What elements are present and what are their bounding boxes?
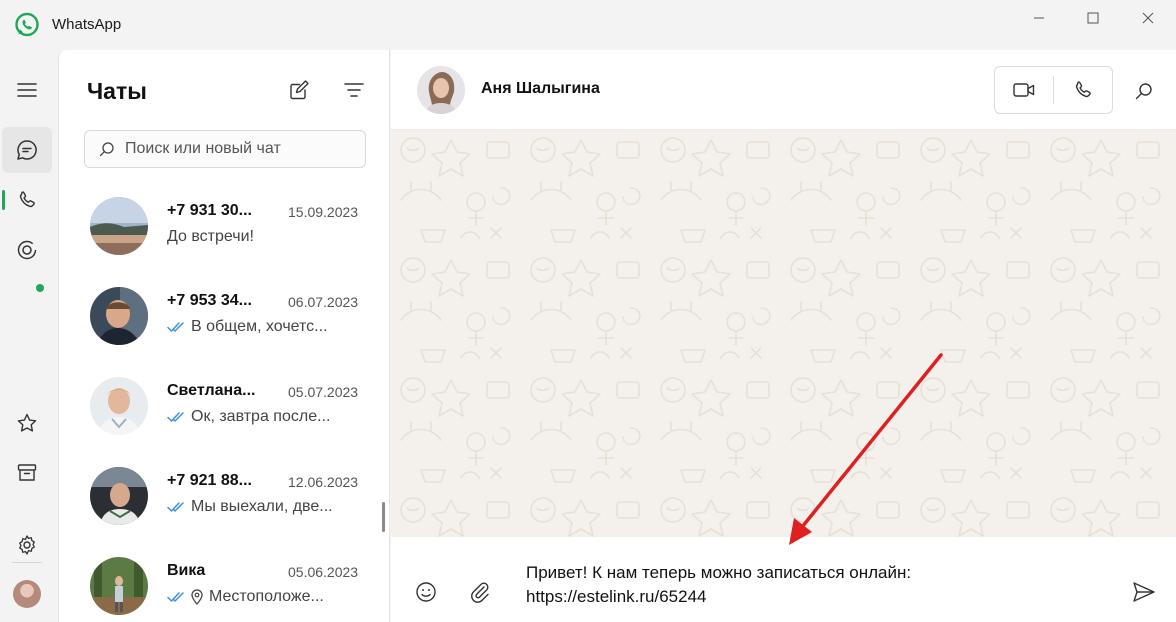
chat-list-scrollbar[interactable] xyxy=(382,502,385,532)
new-chat-button[interactable] xyxy=(287,78,311,102)
message-draft-line: Привет! К нам теперь можно записаться он… xyxy=(526,563,912,582)
conversation-header: Аня Шалыгина xyxy=(391,50,1176,130)
chat-date: 12.06.2023 xyxy=(288,474,359,490)
doodle-pattern xyxy=(391,130,1176,537)
chat-avatar xyxy=(90,377,148,435)
chat-list-item[interactable]: Вика 05.06.2023 Местоположе... xyxy=(59,548,389,622)
paperclip-icon xyxy=(471,582,489,603)
search-box[interactable] xyxy=(84,130,366,168)
search-icon xyxy=(1135,83,1152,100)
phone-icon xyxy=(1075,81,1091,98)
contact-name[interactable]: Аня Шалыгина xyxy=(481,80,600,98)
archived-chats-button[interactable] xyxy=(2,450,52,496)
chat-date: 05.07.2023 xyxy=(288,384,359,400)
contact-avatar[interactable] xyxy=(417,66,465,114)
send-icon xyxy=(1133,582,1155,602)
chat-name: +7 953 34... xyxy=(167,292,252,309)
title-bar: WhatsApp xyxy=(0,0,1176,50)
calls-tab[interactable] xyxy=(2,177,52,223)
double-check-icon xyxy=(167,592,184,602)
chat-avatar xyxy=(90,557,148,615)
message-draft-line: https://estelink.ru/65244 xyxy=(526,587,707,606)
whatsapp-logo-icon xyxy=(15,12,39,37)
chat-name: Вика xyxy=(167,562,206,579)
chat-preview: Мы выехали, две... xyxy=(167,498,367,516)
video-camera-icon xyxy=(1013,83,1035,97)
double-check-icon xyxy=(167,502,184,512)
chat-date: 15.09.2023 xyxy=(288,204,359,220)
double-check-icon xyxy=(167,322,184,332)
search-input[interactable] xyxy=(125,140,345,158)
chat-preview: В общем, хочетс... xyxy=(167,318,367,336)
chat-wallpaper xyxy=(391,130,1176,537)
close-button[interactable] xyxy=(1120,0,1176,36)
status-icon xyxy=(17,240,37,260)
chat-preview: Местоположе... xyxy=(167,588,367,606)
chat-date: 06.07.2023 xyxy=(288,294,359,310)
minimize-icon xyxy=(1034,17,1044,19)
chat-preview-text: Местоположе... xyxy=(209,588,324,605)
chat-list-item[interactable]: +7 921 88... 12.06.2023 Мы выехали, две.… xyxy=(59,458,389,548)
search-icon xyxy=(99,142,114,157)
star-icon xyxy=(17,413,37,432)
chat-preview-text: Ок, завтра после... xyxy=(191,408,331,425)
chat-avatar xyxy=(90,197,148,255)
menu-icon xyxy=(17,83,37,97)
send-button[interactable] xyxy=(1130,578,1158,606)
message-composer: Привет! К нам теперь можно записаться он… xyxy=(391,537,1176,622)
archive-icon xyxy=(17,464,37,481)
compose-icon xyxy=(290,80,309,100)
navigation-rail xyxy=(0,50,56,622)
maximize-icon xyxy=(1087,12,1099,24)
menu-button[interactable] xyxy=(2,67,52,113)
filter-chats-button[interactable] xyxy=(342,78,366,102)
minimize-button[interactable] xyxy=(1011,0,1067,36)
location-pin-icon xyxy=(191,589,203,605)
message-input[interactable]: Привет! К нам теперь можно записаться он… xyxy=(526,561,1086,609)
call-buttons xyxy=(994,66,1113,114)
profile-avatar[interactable] xyxy=(13,580,41,608)
chat-preview-text: В общем, хочетс... xyxy=(191,318,328,335)
search-in-chat-button[interactable] xyxy=(1133,80,1155,102)
emoji-icon xyxy=(416,582,436,602)
chat-preview-text: До встречи! xyxy=(167,228,254,245)
chat-avatar xyxy=(90,287,148,345)
chat-list-item[interactable]: Светлана... 05.07.2023 Ок, завтра после.… xyxy=(59,368,389,458)
close-icon xyxy=(1142,12,1154,24)
chat-list-item[interactable]: +7 953 34... 06.07.2023 В общем, хочетс.… xyxy=(59,278,389,368)
gear-icon xyxy=(19,535,35,555)
maximize-button[interactable] xyxy=(1065,0,1121,36)
chats-icon xyxy=(17,140,37,160)
status-unread-dot xyxy=(36,284,44,292)
video-call-button[interactable] xyxy=(995,67,1053,113)
starred-messages-button[interactable] xyxy=(2,400,52,446)
chat-list-item[interactable]: +7 931 30... 15.09.2023 До встречи! xyxy=(59,188,389,278)
chat-name: Светлана... xyxy=(167,382,256,399)
settings-button[interactable] xyxy=(2,522,52,568)
voice-call-button[interactable] xyxy=(1054,67,1112,113)
conversation-panel: Аня Шалыгина Привет! К нам теперь можно … xyxy=(391,50,1176,622)
chat-preview-text: Мы выехали, две... xyxy=(191,498,333,515)
app-title: WhatsApp xyxy=(52,16,122,33)
status-tab[interactable] xyxy=(2,227,52,273)
filter-icon xyxy=(344,83,364,97)
chat-date: 05.06.2023 xyxy=(288,564,359,580)
chat-list-panel: Чаты +7 931 30... 15.09.2023 До встречи!… xyxy=(58,50,390,622)
chat-avatar xyxy=(90,467,148,525)
phone-icon xyxy=(19,191,35,208)
chat-preview: Ок, завтра после... xyxy=(167,408,367,426)
chat-list-title: Чаты xyxy=(87,78,147,104)
emoji-button[interactable] xyxy=(412,578,440,606)
chats-tab[interactable] xyxy=(2,127,52,173)
chat-name: +7 931 30... xyxy=(167,202,252,219)
attach-button[interactable] xyxy=(466,578,494,606)
chat-preview: До встречи! xyxy=(167,228,367,246)
chat-name: +7 921 88... xyxy=(167,472,252,489)
double-check-icon xyxy=(167,412,184,422)
